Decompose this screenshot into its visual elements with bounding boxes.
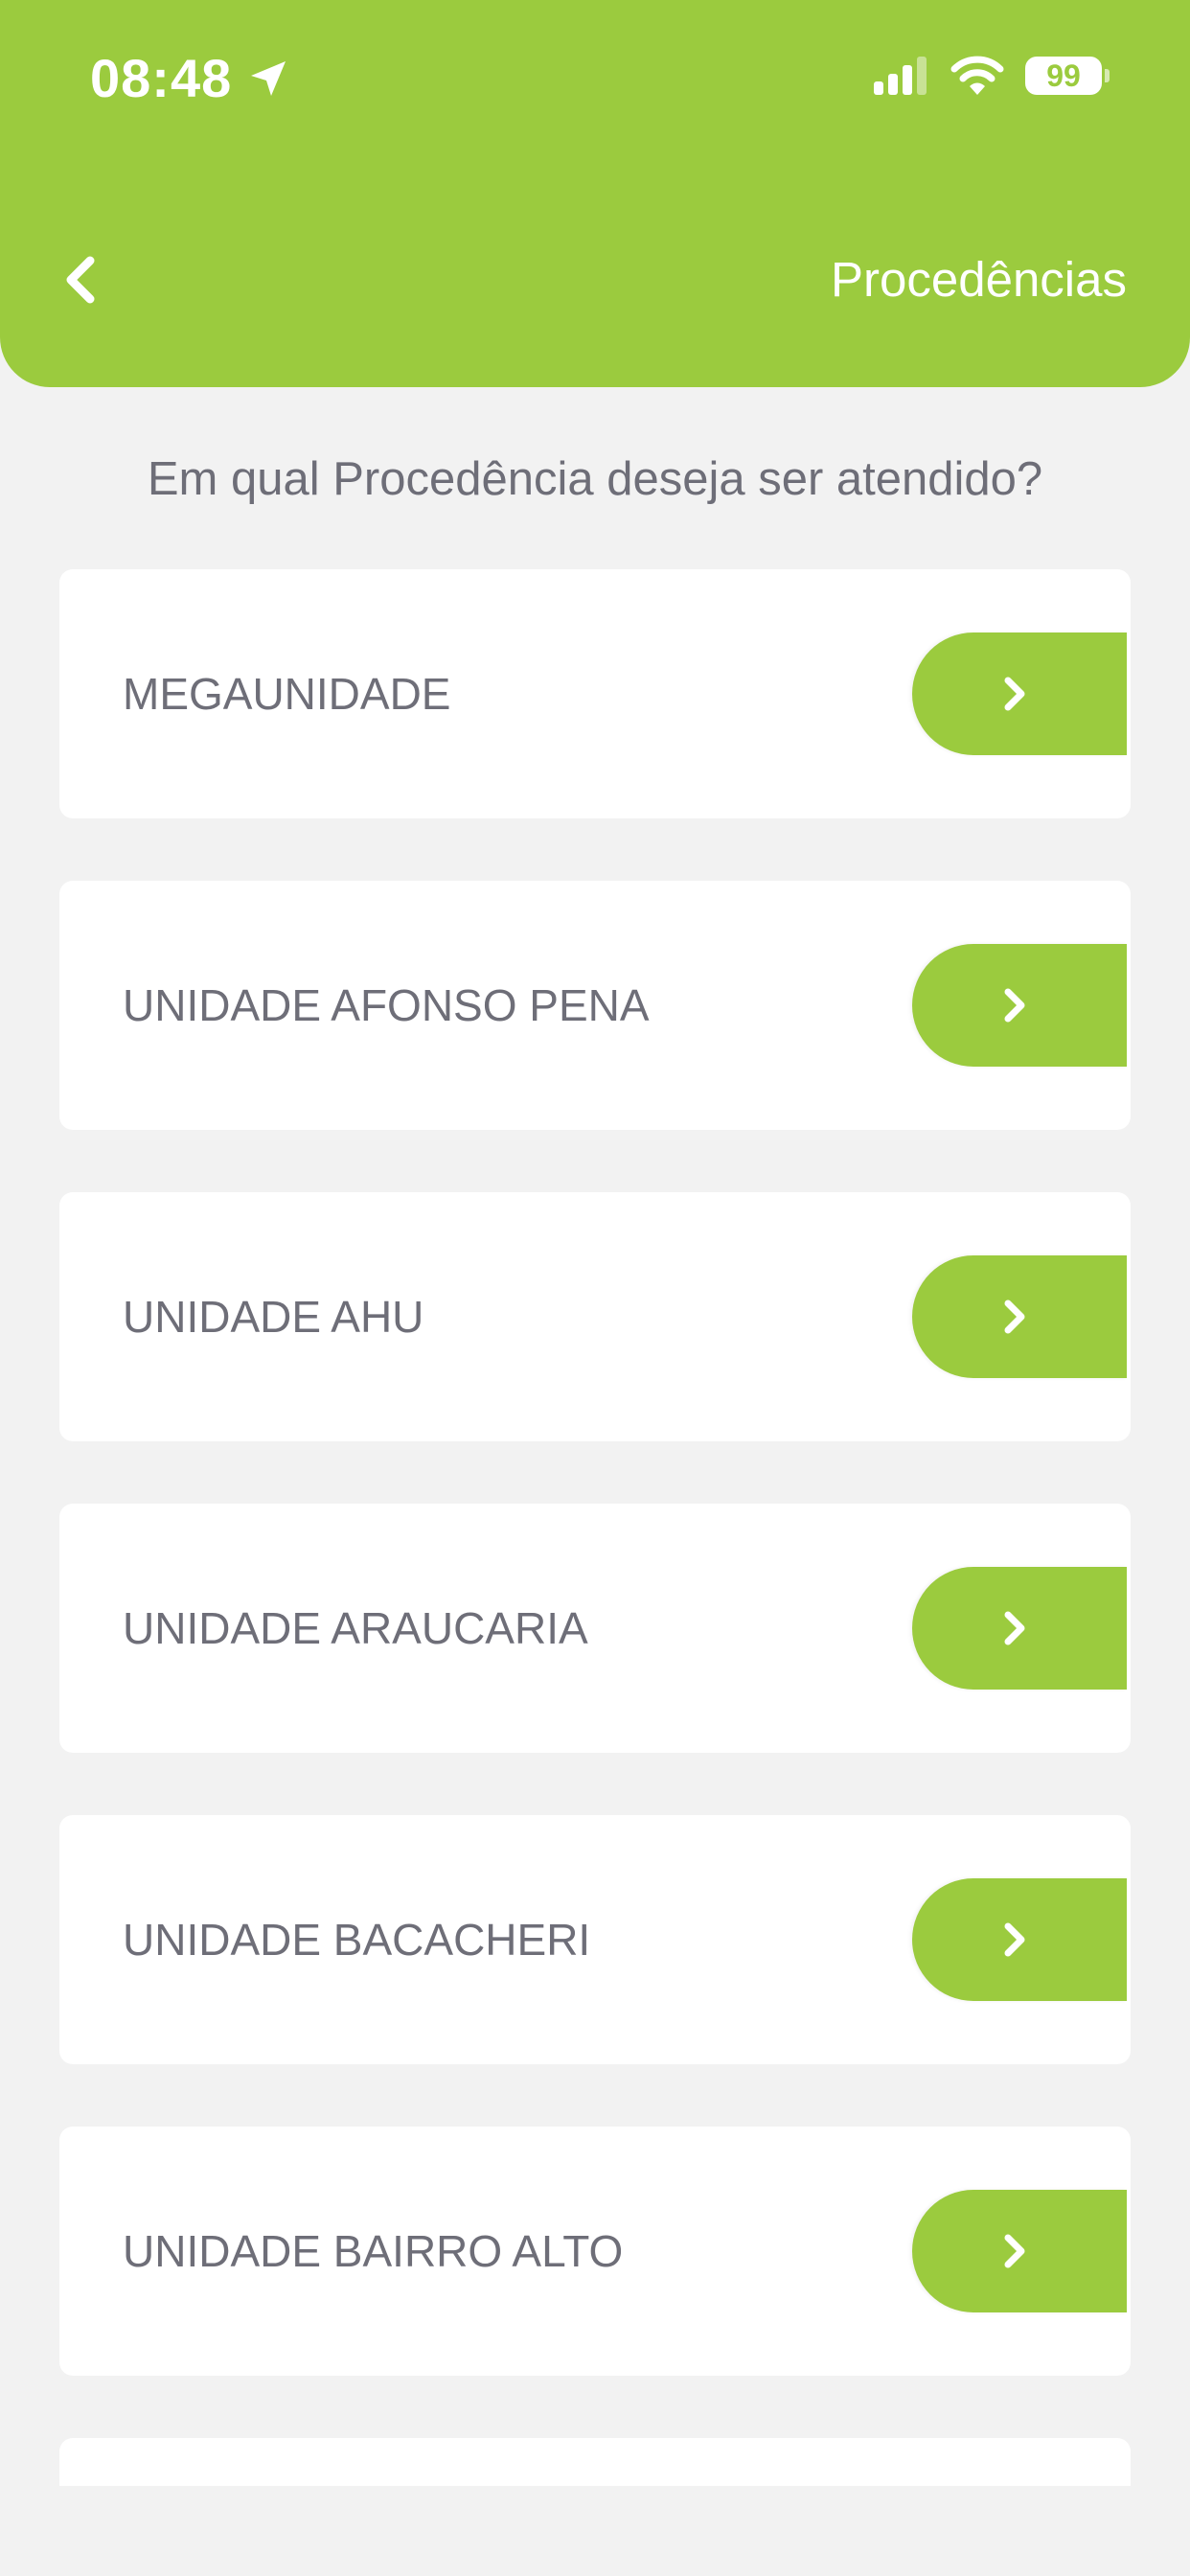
select-button[interactable] xyxy=(912,1567,1127,1690)
list-item-megaunidade[interactable]: MEGAUNIDADE xyxy=(59,569,1131,818)
list-item-label: UNIDADE AFONSO PENA xyxy=(123,980,650,1030)
chevron-right-icon xyxy=(1004,1300,1025,1334)
chevron-right-icon xyxy=(1004,2234,1025,2268)
chevron-left-icon xyxy=(66,256,95,304)
select-button[interactable] xyxy=(912,632,1127,755)
battery-level: 99 xyxy=(1025,57,1102,95)
location-arrow-icon xyxy=(251,61,286,96)
list-item-unidade-afonso-pena[interactable]: UNIDADE AFONSO PENA xyxy=(59,881,1131,1130)
list-item-unidade-araucaria[interactable]: UNIDADE ARAUCARIA xyxy=(59,1504,1131,1753)
list-item-label: UNIDADE AHU xyxy=(123,1292,424,1342)
list-item-label: UNIDADE ARAUCARIA xyxy=(123,1603,588,1653)
signal-icon xyxy=(874,57,927,95)
question-text: Em qual Procedência deseja ser atendido? xyxy=(147,453,1043,505)
wifi-icon xyxy=(950,56,1004,95)
select-button[interactable] xyxy=(912,1878,1127,2001)
list-item-unidade-bacacheri[interactable]: UNIDADE BACACHERI xyxy=(59,1815,1131,2064)
select-button[interactable] xyxy=(912,944,1127,1067)
chevron-right-icon xyxy=(1004,1922,1025,1957)
list-item-unidade-ahu[interactable]: UNIDADE AHU xyxy=(59,1192,1131,1441)
list-item-label: UNIDADE BACACHERI xyxy=(123,1915,591,1965)
chevron-right-icon xyxy=(1004,1611,1025,1645)
chevron-right-icon xyxy=(1004,988,1025,1023)
battery-icon: 99 xyxy=(1025,57,1110,95)
list-item-partial[interactable] xyxy=(59,2438,1131,2486)
status-bar-indicators: 99 xyxy=(872,56,1110,96)
select-button[interactable] xyxy=(912,2190,1127,2312)
battery-tip xyxy=(1105,69,1110,82)
page-title: Procedências xyxy=(830,252,1127,307)
list-item-label: MEGAUNIDADE xyxy=(123,669,451,719)
chevron-right-icon xyxy=(1004,677,1025,711)
list-item-label: UNIDADE BAIRRO ALTO xyxy=(123,2226,624,2276)
list-item-unidade-bairro-alto[interactable]: UNIDADE BAIRRO ALTO xyxy=(59,2127,1131,2376)
app-header: 08:48 99 Procedências xyxy=(0,0,1190,387)
procedencia-list: MEGAUNIDADE UNIDADE AFONSO PENA UNIDADE … xyxy=(59,569,1131,2486)
time-text: 08:48 xyxy=(90,48,233,108)
status-bar-time: 08:48 xyxy=(90,48,291,109)
select-button[interactable] xyxy=(912,1255,1127,1378)
back-button[interactable] xyxy=(50,242,111,318)
